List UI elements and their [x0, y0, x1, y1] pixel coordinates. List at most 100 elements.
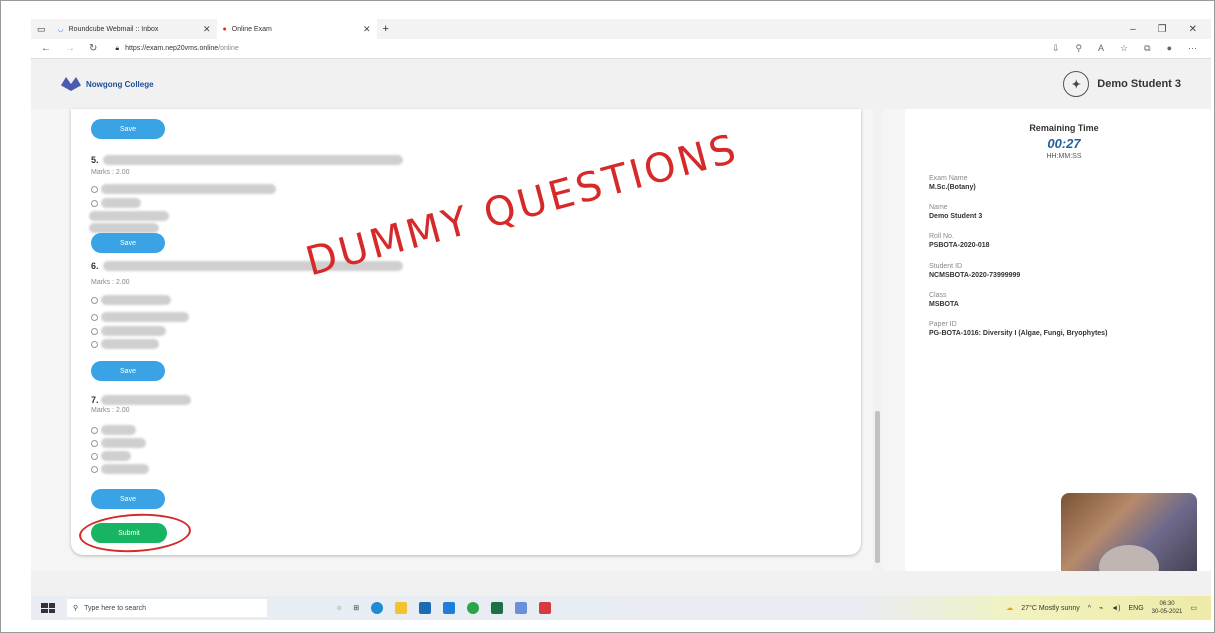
new-tab-button[interactable]: + — [383, 23, 389, 35]
save-button[interactable]: Save — [91, 489, 165, 509]
question-marks: Marks : 2.00 — [91, 407, 130, 414]
url-host: https://exam.nep20vms.online — [125, 45, 219, 52]
windows-start-icon[interactable] — [41, 603, 55, 613]
minimize-icon[interactable]: – — [1130, 24, 1136, 35]
task-view-icon[interactable]: ⊞ — [353, 604, 359, 612]
redacted-option — [101, 438, 146, 448]
lock-icon: 🔒︎ — [115, 44, 120, 52]
question-card: Save 5. Marks : 2.00 Save 6. Marks : 2.0… — [71, 109, 861, 555]
windows-taskbar: ⚲ Type here to search ○ ⊞ ☁ 27°C Mostly … — [31, 596, 1211, 620]
app-red-icon[interactable] — [539, 602, 552, 614]
page-footer-strip — [31, 571, 1211, 596]
chevron-up-icon[interactable]: ^ — [1088, 605, 1091, 612]
compass-icon: ✦ — [1063, 71, 1090, 97]
save-button[interactable]: Save — [91, 233, 165, 253]
info-class: Class MSBOTA — [929, 292, 959, 308]
favorites-icon[interactable]: ☆ — [1120, 43, 1128, 54]
notification-icon[interactable]: ▭ — [1190, 604, 1197, 612]
option-radio[interactable] — [91, 186, 98, 193]
question-marks: Marks : 2.00 — [91, 279, 130, 286]
info-exam-name: Exam Name M.Sc.(Botany) — [929, 175, 976, 191]
chrome-icon[interactable] — [467, 602, 480, 614]
tab-roundcube[interactable]: ◡ Roundcube Webmail :: Inbox ✕ — [52, 19, 217, 39]
close-tab-icon[interactable]: ✕ — [363, 24, 371, 35]
college-logo[interactable]: Nowgong College — [61, 77, 154, 91]
redacted-option — [101, 425, 136, 435]
app-header: Nowgong College ✦ Demo Student 3 — [31, 59, 1211, 109]
url-field[interactable]: 🔒︎ https://exam.nep20vms.online/online — [115, 45, 238, 53]
option-radio[interactable] — [91, 466, 98, 473]
redacted-option — [101, 451, 131, 461]
store-icon[interactable] — [419, 602, 432, 614]
more-icon[interactable]: ⋯ — [1188, 43, 1197, 54]
recording-icon: ● — [222, 25, 227, 33]
network-icon[interactable]: ⌁ — [1099, 604, 1103, 612]
language[interactable]: ENG — [1129, 605, 1144, 612]
redacted-question-text — [103, 155, 403, 165]
cortana-icon[interactable]: ○ — [337, 605, 341, 612]
address-bar: ← → ↻ 🔒︎ https://exam.nep20vms.online/on… — [31, 39, 1211, 59]
weather-icon: ☁ — [1006, 605, 1014, 612]
browser-tab-bar: ▭ ◡ Roundcube Webmail :: Inbox ✕ ● Onlin… — [31, 19, 1211, 39]
time-format: HH:MM:SS — [1046, 153, 1082, 160]
refresh-icon[interactable]: ↻ — [89, 43, 97, 54]
key-icon[interactable]: ⚲ — [1075, 43, 1082, 54]
screenshot-frame: ▭ ◡ Roundcube Webmail :: Inbox ✕ ● Onlin… — [0, 0, 1215, 633]
profile-icon[interactable]: ● — [1167, 43, 1172, 54]
url-path: /online — [218, 45, 239, 52]
mail-icon: ◡ — [57, 26, 64, 33]
tab-online-exam[interactable]: ● Online Exam ✕ — [216, 19, 377, 39]
app-window-icon[interactable] — [515, 602, 528, 614]
redacted-option — [101, 295, 171, 305]
option-radio[interactable] — [91, 427, 98, 434]
close-tab-icon[interactable]: ✕ — [203, 24, 211, 35]
option-radio[interactable] — [91, 341, 98, 348]
search-icon: ⚲ — [73, 605, 79, 612]
clock[interactable]: 06:30 30-05-2021 — [1152, 600, 1183, 616]
remaining-time-title: Remaining Time — [1029, 123, 1099, 133]
info-student-id: Student ID NCMSBOTA-2020-73999999 — [929, 263, 1021, 279]
volume-icon[interactable]: ◄) — [1111, 605, 1120, 612]
close-window-icon[interactable]: ✕ — [1189, 24, 1197, 35]
scrollbar-thumb[interactable] — [875, 411, 880, 563]
tab-label: Roundcube Webmail :: Inbox — [68, 25, 159, 33]
edge-icon[interactable] — [371, 602, 384, 614]
weather-text[interactable]: 27°C Mostly sunny — [1021, 605, 1079, 612]
user-menu[interactable]: ✦ Demo Student 3 — [1063, 71, 1181, 97]
option-radio[interactable] — [91, 297, 98, 304]
user-name: Demo Student 3 — [1097, 78, 1181, 90]
info-name: Name Demo Student 3 — [929, 204, 983, 220]
option-radio[interactable] — [91, 314, 98, 321]
taskbar-search-placeholder: Type here to search — [84, 604, 147, 612]
question-number: 6. — [91, 261, 99, 271]
redacted-option — [101, 339, 159, 349]
redacted-option — [101, 464, 149, 474]
system-tray: ☁ 27°C Mostly sunny ^ ⌁ ◄) ENG 06:30 30-… — [1006, 600, 1211, 616]
info-paper-id: Paper ID PG-BOTA-1016: Diversity I (Alga… — [929, 321, 1108, 337]
tab-label: Online Exam — [231, 25, 272, 33]
forward-icon[interactable]: → — [65, 43, 75, 54]
option-radio[interactable] — [91, 328, 98, 335]
download-icon[interactable]: ⇩ — [1052, 43, 1060, 54]
save-button[interactable]: Save — [91, 119, 165, 139]
app-l-icon[interactable] — [443, 602, 456, 614]
redacted-option — [89, 223, 159, 233]
redacted-option — [89, 211, 169, 221]
collections-icon[interactable]: ⧉ — [1144, 43, 1150, 54]
redacted-option — [101, 326, 166, 336]
remaining-time-value: 00:27 — [1047, 136, 1081, 151]
maximize-icon[interactable]: ❐ — [1158, 24, 1167, 35]
taskbar-search[interactable]: ⚲ Type here to search — [67, 599, 267, 617]
back-icon[interactable]: ← — [41, 43, 51, 54]
option-radio[interactable] — [91, 440, 98, 447]
read-aloud-icon[interactable]: A — [1098, 43, 1104, 54]
option-radio[interactable] — [91, 453, 98, 460]
question-number: 7. — [91, 395, 99, 405]
excel-icon[interactable] — [491, 602, 504, 614]
redacted-option — [101, 184, 276, 194]
option-radio[interactable] — [91, 200, 98, 207]
redacted-option — [101, 198, 141, 208]
tab-actions-icon[interactable]: ▭ — [37, 24, 46, 35]
save-button[interactable]: Save — [91, 361, 165, 381]
file-explorer-icon[interactable] — [395, 602, 408, 614]
